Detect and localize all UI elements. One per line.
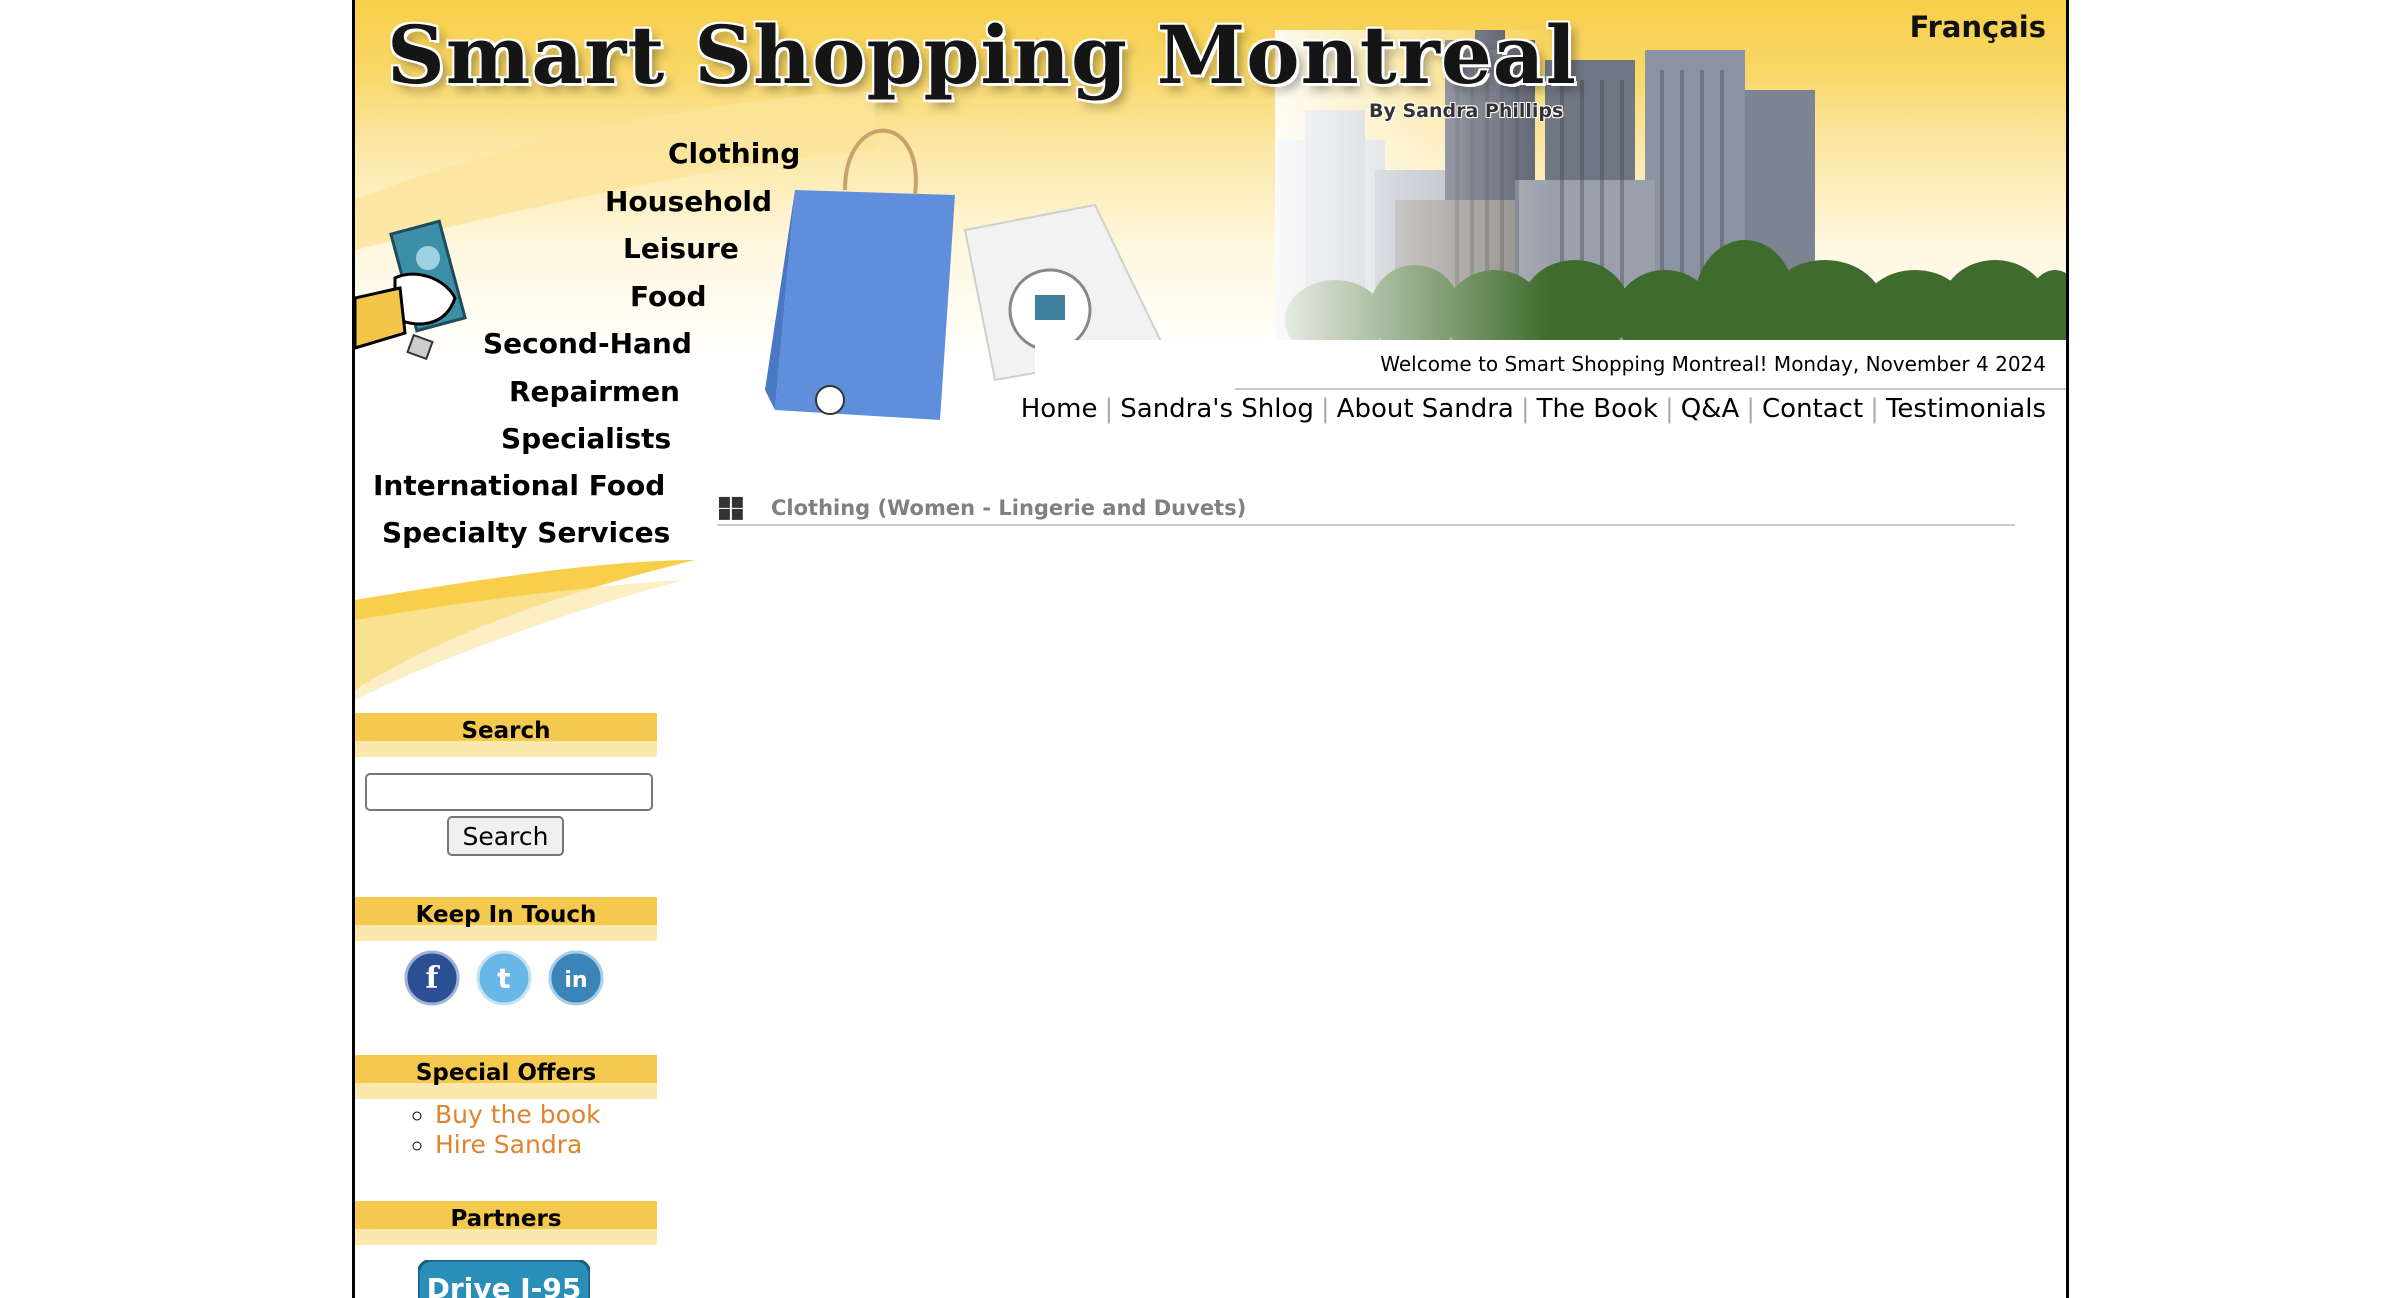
nav-the-book[interactable]: The Book bbox=[1537, 394, 1658, 424]
buy-the-book-link[interactable]: Buy the book bbox=[435, 1100, 601, 1129]
category-household[interactable]: Household bbox=[605, 185, 772, 218]
sidebar-heading-search: Search bbox=[355, 713, 657, 757]
nav-separator: | bbox=[1520, 394, 1530, 424]
nav-separator: | bbox=[1104, 394, 1114, 424]
category-leisure[interactable]: Leisure bbox=[623, 232, 739, 265]
linkedin-icon[interactable]: in bbox=[548, 950, 604, 1006]
nav-separator: | bbox=[1320, 394, 1330, 424]
category-second-hand[interactable]: Second-Hand bbox=[483, 327, 692, 360]
svg-text:t: t bbox=[497, 962, 510, 995]
sidebar-heading-special-offers: Special Offers bbox=[355, 1055, 657, 1099]
nav-contact[interactable]: Contact bbox=[1762, 394, 1863, 424]
sidebar-heading-keep-in-touch: Keep In Touch bbox=[355, 897, 657, 941]
category-international-food[interactable]: International Food bbox=[373, 469, 665, 502]
page-container: Smart Shopping Montreal By Sandra Philli… bbox=[352, 0, 2069, 1298]
facebook-icon[interactable]: f bbox=[404, 950, 460, 1006]
hire-sandra-link[interactable]: Hire Sandra bbox=[435, 1130, 582, 1159]
sidebar-heading-partners: Partners bbox=[355, 1201, 657, 1245]
site-header: Smart Shopping Montreal By Sandra Philli… bbox=[355, 0, 2066, 700]
partner-logo-text: Drive I-95 bbox=[427, 1272, 582, 1298]
breadcrumb-divider bbox=[717, 524, 2015, 526]
twitter-icon[interactable]: t bbox=[476, 950, 532, 1006]
welcome-date-text: Welcome to Smart Shopping Montreal! Mond… bbox=[1380, 352, 2046, 376]
search-input[interactable] bbox=[365, 773, 653, 811]
category-repairmen[interactable]: Repairmen bbox=[509, 375, 680, 408]
breadcrumb: Clothing (Women - Lingerie and Duvets) bbox=[771, 496, 1247, 520]
drive-i95-partner-logo[interactable]: Drive I-95 bbox=[418, 1260, 590, 1298]
nav-separator: | bbox=[1664, 394, 1674, 424]
nav-sandras-shlog[interactable]: Sandra's Shlog bbox=[1120, 394, 1314, 424]
nav-separator: | bbox=[1746, 394, 1756, 424]
list-item: Buy the book bbox=[435, 1100, 601, 1130]
svg-text:f: f bbox=[426, 961, 441, 996]
special-offers-list: Buy the book Hire Sandra bbox=[405, 1100, 601, 1160]
nav-about-sandra[interactable]: About Sandra bbox=[1337, 394, 1514, 424]
money-hand-icon bbox=[355, 219, 467, 361]
nav-qa[interactable]: Q&A bbox=[1681, 394, 1740, 424]
nav-testimonials[interactable]: Testimonials bbox=[1886, 394, 2046, 424]
top-navigation: Home | Sandra's Shlog | About Sandra | The Boo… bbox=[1021, 394, 2046, 424]
nav-home[interactable]: Home bbox=[1021, 394, 1098, 424]
category-clothing[interactable]: Clothing bbox=[668, 137, 800, 170]
site-title[interactable]: Smart Shopping Montreal bbox=[387, 8, 1577, 102]
category-specialty-services[interactable]: Specialty Services bbox=[382, 516, 670, 549]
category-specialists[interactable]: Specialists bbox=[501, 422, 671, 455]
search-button[interactable]: Search bbox=[447, 816, 564, 856]
svg-text:in: in bbox=[564, 968, 587, 993]
welcome-divider bbox=[1235, 388, 2066, 390]
category-food[interactable]: Food bbox=[630, 280, 707, 313]
nav-separator: | bbox=[1870, 394, 1879, 424]
language-link-francais[interactable]: Français bbox=[1910, 10, 2046, 44]
breadcrumb-bullet-icon: ▪▪ ▪▪ bbox=[717, 489, 745, 526]
site-byline: By Sandra Phillips bbox=[1369, 100, 1564, 122]
list-item: Hire Sandra bbox=[435, 1130, 601, 1160]
